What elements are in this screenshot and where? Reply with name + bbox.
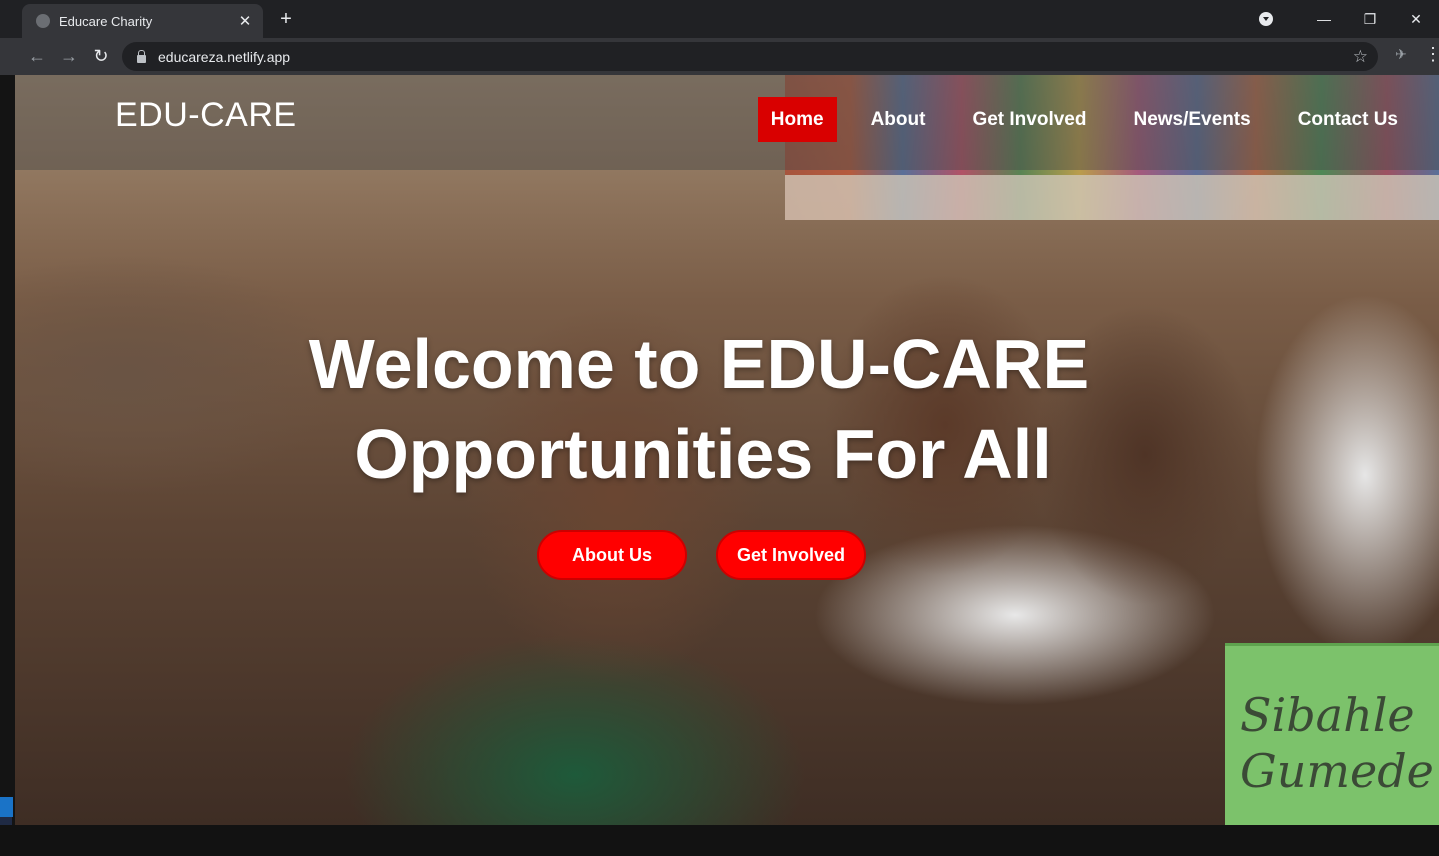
tab-title: Educare Charity (59, 13, 153, 29)
get-involved-button[interactable]: Get Involved (716, 530, 866, 580)
about-us-button[interactable]: About Us (537, 530, 687, 580)
page-bottom-bar (0, 825, 1439, 856)
globe-icon (36, 14, 50, 28)
browser-tab-bar: Educare Charity ✕ + — ❐ ✕ (0, 0, 1439, 38)
address-bar[interactable]: educareza.netlify.app ☆ (122, 42, 1378, 71)
hero-headline-line-1: Welcome to EDU-CARE (308, 325, 1090, 403)
minimize-button[interactable]: — (1301, 11, 1347, 27)
site-header: EDU-CARE Home About Get Involved News/Ev… (15, 75, 1439, 170)
site-nav: Home About Get Involved News/Events Cont… (757, 97, 1439, 142)
reload-icon[interactable]: ↻ (89, 44, 113, 68)
new-tab-button[interactable]: + (276, 8, 296, 31)
hero-headline-line-2: Opportunities For All (354, 415, 1052, 493)
edge-accent-blue (0, 797, 13, 817)
browser-toolbar: ← → ↻ educareza.netlify.app ☆ ✈ ⋮ (0, 38, 1439, 75)
background-board (785, 175, 1439, 220)
window-controls: — ❐ ✕ (1259, 0, 1439, 38)
extension-icon[interactable]: ✈ (1390, 46, 1412, 63)
bookmark-star-icon[interactable]: ☆ (1353, 47, 1368, 67)
close-window-button[interactable]: ✕ (1393, 11, 1439, 28)
restore-button[interactable]: ❐ (1347, 11, 1393, 28)
nav-about[interactable]: About (858, 97, 939, 142)
lock-icon (137, 49, 146, 63)
browser-menu-icon[interactable]: ⋮ (1424, 45, 1439, 63)
name-card-line-2: Gumede (1240, 744, 1434, 798)
nav-home[interactable]: Home (757, 97, 837, 142)
hero-section: Sibahle Gumede EDU-CARE Home About Get I… (15, 75, 1439, 825)
url-text[interactable]: educareza.netlify.app (158, 49, 1353, 65)
browser-tab[interactable]: Educare Charity ✕ (22, 4, 263, 38)
site-logo[interactable]: EDU-CARE (115, 96, 297, 135)
nav-news-events[interactable]: News/Events (1120, 97, 1263, 142)
tab-close-icon[interactable]: ✕ (237, 12, 253, 30)
forward-icon[interactable]: → (57, 44, 81, 68)
nav-get-involved[interactable]: Get Involved (959, 97, 1099, 142)
nav-contact-us[interactable]: Contact Us (1285, 97, 1411, 142)
back-icon[interactable]: ← (25, 44, 49, 68)
name-card-line-1: Sibahle (1240, 688, 1415, 742)
left-window-edge (0, 75, 15, 856)
name-card-text: Sibahle Gumede (1240, 687, 1434, 799)
tab-search-icon[interactable] (1259, 12, 1273, 26)
